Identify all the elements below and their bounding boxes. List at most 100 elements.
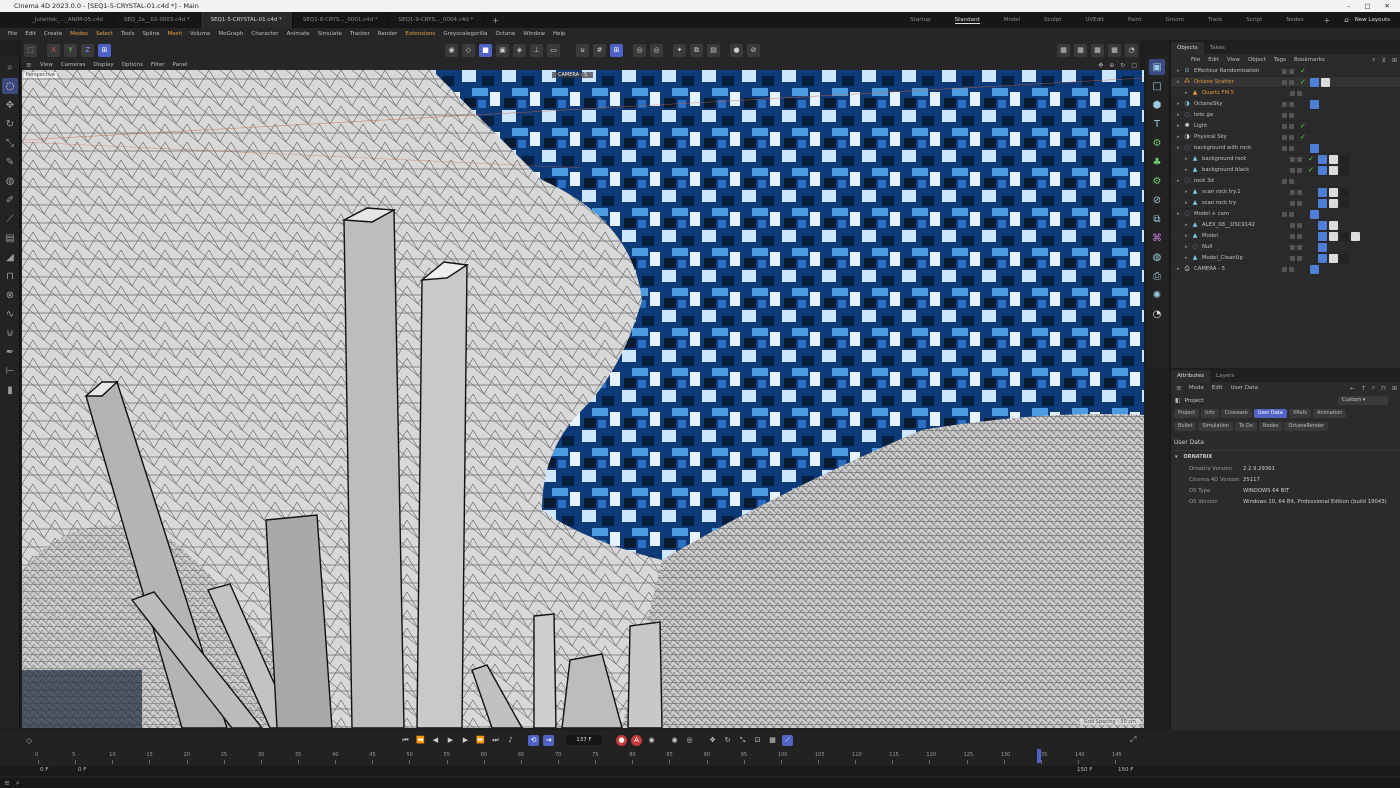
object-row[interactable]: ▸ ◌ Model + cam	[1171, 209, 1400, 220]
object-row[interactable]: ▸ ⊙ Effecteur Randomisation ✓	[1171, 66, 1400, 77]
enable-check-icon[interactable]: ✓	[1300, 133, 1310, 141]
menu-octane[interactable]: Octane	[492, 31, 520, 37]
status-menu-icon[interactable]: ≡	[0, 779, 10, 787]
menu-character[interactable]: Character	[247, 31, 282, 37]
menu-mograph[interactable]: MoGraph	[214, 31, 247, 37]
render-visibility-icon[interactable]	[1297, 222, 1302, 228]
light-icon[interactable]: ✺	[1149, 287, 1165, 303]
attr-btn-bullet[interactable]: Bullet	[1174, 422, 1197, 431]
render-active-icon[interactable]: ▦	[1074, 43, 1087, 57]
visibility-flags[interactable]	[1282, 134, 1300, 140]
menu-volume[interactable]: Volume	[186, 31, 214, 37]
material-tag-icon[interactable]	[1329, 253, 1338, 263]
menu-simulate[interactable]: Simulate	[314, 31, 346, 37]
editor-visibility-icon[interactable]	[1282, 145, 1287, 151]
menu-spline[interactable]: Spline	[139, 31, 164, 37]
object-row[interactable]: ▸ ⎙ CAMERA - 5	[1171, 264, 1400, 275]
knife-icon[interactable]: ⟋	[2, 211, 18, 227]
tab-takes[interactable]: Takes	[1204, 42, 1231, 54]
magnet-icon[interactable]: ⊍	[576, 43, 589, 57]
editor-visibility-icon[interactable]	[1290, 244, 1295, 250]
object-row[interactable]: ▸ ◑ OctaneSky	[1171, 99, 1400, 110]
menu-extensions[interactable]: Extensions	[401, 31, 439, 37]
material-tag-icon[interactable]	[1340, 253, 1349, 263]
attr-btn-userdata[interactable]: User Data	[1253, 409, 1287, 418]
playhead[interactable]	[1036, 749, 1041, 763]
deformer-icon[interactable]: ⚙	[1149, 173, 1165, 189]
workplane-icon[interactable]: ▭	[547, 43, 560, 57]
material-tag-icon[interactable]	[1340, 165, 1349, 175]
paint-icon[interactable]: ▮	[2, 382, 18, 398]
render-icon[interactable]: ▦	[1057, 43, 1070, 57]
plane-icon[interactable]: □	[1149, 78, 1165, 94]
om-search-icon[interactable]: ⌕	[1369, 56, 1378, 64]
visibility-flags[interactable]	[1290, 90, 1308, 96]
material-tag-icon[interactable]	[1329, 220, 1338, 230]
points-mode-icon[interactable]: ◉	[445, 43, 458, 57]
menu-help[interactable]: Help	[549, 31, 570, 37]
render-visibility-icon[interactable]	[1289, 79, 1294, 85]
menu-tools[interactable]: Tools	[117, 31, 139, 37]
material-tag-icon[interactable]	[1321, 77, 1330, 87]
menu-select[interactable]: Select	[92, 31, 117, 37]
material-tag-icon[interactable]	[1329, 165, 1338, 175]
editor-visibility-icon[interactable]	[1282, 178, 1287, 184]
panel-menu[interactable]: Panel	[169, 62, 192, 68]
tab-layers[interactable]: Layers	[1210, 370, 1240, 382]
move-icon[interactable]: ✥	[2, 97, 18, 113]
render-visibility-icon[interactable]	[1289, 112, 1294, 118]
material-tag-icon[interactable]	[1310, 264, 1319, 274]
visibility-flags[interactable]	[1290, 200, 1308, 206]
bevel-icon[interactable]: ◢	[2, 249, 18, 265]
material-tag-icon[interactable]	[1351, 231, 1360, 241]
material-tag-icon[interactable]	[1318, 231, 1327, 241]
attr-hamburger-icon[interactable]: ≡	[1173, 384, 1185, 392]
attr-new-icon[interactable]: ⊞	[1389, 385, 1400, 392]
render-visibility-icon[interactable]	[1297, 244, 1302, 250]
octane-settings-icon[interactable]: ⊘	[747, 43, 760, 57]
layout-groom[interactable]: Groom	[1165, 17, 1184, 23]
render-visibility-icon[interactable]	[1297, 233, 1302, 239]
environment-icon[interactable]: ◍	[1149, 249, 1165, 265]
object-name[interactable]: scan rock try	[1202, 200, 1290, 206]
attr-userdata-menu[interactable]: User Data	[1227, 385, 1262, 391]
material-tag-icon[interactable]	[1318, 253, 1327, 263]
menu-greyscalegorilla[interactable]: Greyscalegorilla	[439, 31, 491, 37]
doc-tab[interactable]: SEQ1-9-CRYS..._0004.c4d *	[389, 12, 485, 28]
axis-x-button[interactable]: X	[47, 43, 60, 57]
material-tag-icon[interactable]	[1310, 77, 1319, 87]
om-bookmarks[interactable]: Bookmarks	[1290, 57, 1329, 63]
editor-visibility-icon[interactable]	[1282, 134, 1287, 140]
axis-mode-icon[interactable]: ⊥	[530, 43, 543, 57]
layout-paint[interactable]: Paint	[1128, 17, 1142, 23]
material-tag-icon[interactable]	[1310, 143, 1319, 153]
material-tag-icon[interactable]	[1310, 99, 1319, 109]
lock-icon[interactable]: ⊓	[1378, 385, 1389, 392]
editor-visibility-icon[interactable]	[1290, 233, 1295, 239]
visibility-flags[interactable]	[1290, 244, 1308, 250]
edges-mode-icon[interactable]: ◇	[462, 43, 475, 57]
object-row[interactable]: ▸ ◌ rock 3d	[1171, 176, 1400, 187]
object-row[interactable]: ▸ ▲ ALEX_08__DSC9142	[1171, 220, 1400, 231]
layout-nodes[interactable]: Nodes	[1286, 17, 1303, 23]
bridge-icon[interactable]: ⊓	[2, 268, 18, 284]
tab-objects[interactable]: Objects	[1171, 42, 1204, 54]
layout-uvedit[interactable]: UVEdit	[1085, 17, 1103, 23]
filter-menu[interactable]: Filter	[147, 62, 169, 68]
pan-icon[interactable]: ✥	[1095, 62, 1106, 69]
editor-visibility-icon[interactable]	[1290, 200, 1295, 206]
layout-track[interactable]: Track	[1208, 17, 1222, 23]
object-row[interactable]: ▸ ▲ background rock ✓	[1171, 154, 1400, 165]
menu-mesh[interactable]: Mesh	[163, 31, 185, 37]
cube-icon[interactable]: ▣	[1149, 59, 1165, 75]
picture-viewer-icon[interactable]: ▦	[1108, 43, 1121, 57]
home-icon[interactable]: ⌂	[1344, 16, 1348, 24]
polygons-mode-icon[interactable]: ■	[479, 43, 492, 57]
up-arrow-icon[interactable]: ↑	[1358, 385, 1369, 392]
attr-btn-animation[interactable]: Animation	[1312, 409, 1347, 418]
end-frame-a[interactable]: 150 F	[1077, 767, 1092, 773]
attr-btn-xrefs[interactable]: XRefs	[1288, 409, 1311, 418]
om-tags[interactable]: Tags	[1270, 57, 1290, 63]
attr-btn-todo[interactable]: To Do	[1235, 422, 1257, 431]
camera-label[interactable]: CAMERA - 5	[552, 72, 594, 78]
